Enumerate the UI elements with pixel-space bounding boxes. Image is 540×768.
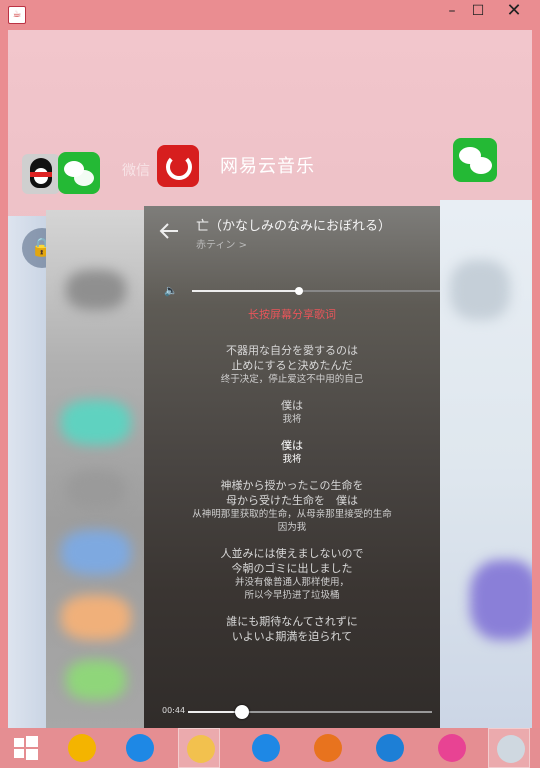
taskbar — [0, 728, 540, 768]
lyric-translation: 因为我 — [277, 522, 307, 533]
current-time: 00:44 — [162, 706, 186, 715]
lyric-block: 神様から授かったこの生命を 母から受けた生命を 僕は从神明那里获取的生命，从母亲那… — [144, 478, 440, 534]
song-title: 亡（かなしみのなみにおぼれる） — [196, 219, 392, 234]
qq-app-icon[interactable] — [22, 154, 60, 194]
app-card-right[interactable] — [440, 200, 532, 728]
ie-icon — [126, 734, 154, 762]
netease-music-icon[interactable] — [157, 145, 199, 187]
back-arrow-icon[interactable] — [158, 220, 180, 242]
taskbar-item-ie2[interactable] — [244, 728, 286, 768]
wechat-app-icon-right[interactable] — [453, 138, 497, 182]
lyric-line: 止めにすると決めたんだ — [231, 359, 353, 372]
lyric-block: 僕は 我将 — [144, 438, 440, 466]
app-switcher-area: 微信 网易云音乐 🔒 亡（かなしみのなみにおぼれる） 赤ティン > 🔈 长按屏幕… — [8, 30, 532, 728]
lyric-translation: 并没有像普通人那样使用， — [234, 577, 349, 588]
lyric-translation: 从神明那里获取的生命，从母亲那里接受的生命 — [192, 509, 392, 520]
music-player-card[interactable]: 亡（かなしみのなみにおぼれる） 赤ティン > 🔈 长按屏幕分享歌词 不器用な自分… — [144, 206, 440, 728]
lyric-line: いよいよ期満を迫られて — [231, 630, 353, 643]
lyric-line: 人並みには使えましないので — [220, 547, 364, 560]
app-title: 网易云音乐 — [220, 156, 315, 177]
wechat-faded-label: 微信 — [122, 163, 150, 179]
taskbar-item-avatar[interactable] — [488, 728, 530, 768]
lyric-block: 僕は 我将 — [144, 398, 440, 426]
share-lyrics-hint: 长按屏幕分享歌词 — [248, 308, 336, 321]
lyric-line: 神様から授かったこの生命を — [220, 479, 364, 492]
lyric-line: 僕は — [281, 399, 303, 412]
volume-fill — [192, 290, 299, 292]
photos-icon — [68, 734, 96, 762]
lyric-block: 誰にも期待なんてされずに いよいよ期満を迫られて — [144, 614, 440, 644]
start-button[interactable] — [4, 728, 46, 768]
start-icon — [12, 734, 40, 762]
app-card-left[interactable] — [8, 216, 48, 728]
lyric-line: 僕は — [281, 439, 303, 452]
lyric-block: 不器用な自分を愛するのは 止めにすると決めたんだ 终于决定，停止爱这不中用的自己 — [144, 343, 440, 386]
maximize-button[interactable]: ☐ — [466, 0, 490, 24]
app-window: ☕ – ☐ ✕ 微信 网易云音乐 🔒 亡（かなしみのなみにおぼれる） 赤ティン … — [0, 0, 540, 768]
kugou-icon — [376, 734, 404, 762]
taskbar-item-explorer[interactable] — [178, 728, 220, 768]
wechat-app-icon[interactable] — [58, 152, 100, 194]
taskbar-item-colorful[interactable] — [430, 728, 472, 768]
lyric-translation: 终于决定，停止爱这不中用的自己 — [220, 374, 364, 385]
volume-icon[interactable]: 🔈 — [164, 284, 178, 297]
java-app-icon: ☕ — [8, 6, 26, 24]
lyric-block: 人並みには使えましないので 今朝のゴミに出しました 并没有像普通人那样使用， 所以今早… — [144, 546, 440, 602]
colorful-icon — [438, 734, 466, 762]
lyrics-panel[interactable]: 不器用な自分を愛するのは 止めにすると決めたんだ 终于决定，停止爱这不中用的自己 僕は… — [144, 343, 440, 656]
app-card-blurred[interactable] — [46, 210, 156, 728]
lyric-line: 母から受けた生命を 僕は — [226, 494, 358, 507]
lyric-line: 誰にも期待なんてされずに — [226, 615, 358, 628]
minimize-button[interactable]: – — [440, 0, 464, 24]
lyric-translation: 我将 — [282, 454, 302, 465]
volume-slider[interactable] — [192, 287, 440, 295]
ie2-icon — [252, 734, 280, 762]
taskbar-item-kugou[interactable] — [368, 728, 410, 768]
progress-knob[interactable] — [234, 705, 249, 719]
taskbar-item-ie[interactable] — [118, 728, 160, 768]
explorer-icon — [187, 735, 215, 763]
artist-link[interactable]: 赤ティン > — [196, 236, 247, 251]
firefox-icon — [314, 734, 342, 762]
volume-knob[interactable] — [294, 287, 303, 295]
title-bar[interactable]: ☕ – ☐ ✕ — [0, 0, 540, 30]
lyric-translation: 所以今早扔进了垃圾桶 — [244, 590, 340, 601]
taskbar-item-firefox[interactable] — [306, 728, 348, 768]
lyric-line: 不器用な自分を愛するのは — [226, 344, 358, 357]
lyric-translation: 我将 — [282, 414, 302, 425]
taskbar-item-photos[interactable] — [60, 728, 102, 768]
avatar-icon — [497, 735, 525, 763]
close-button[interactable]: ✕ — [492, 0, 536, 24]
lyric-line: 今朝のゴミに出しました — [231, 562, 353, 575]
progress-slider[interactable] — [188, 705, 432, 719]
progress-fill — [188, 711, 242, 713]
